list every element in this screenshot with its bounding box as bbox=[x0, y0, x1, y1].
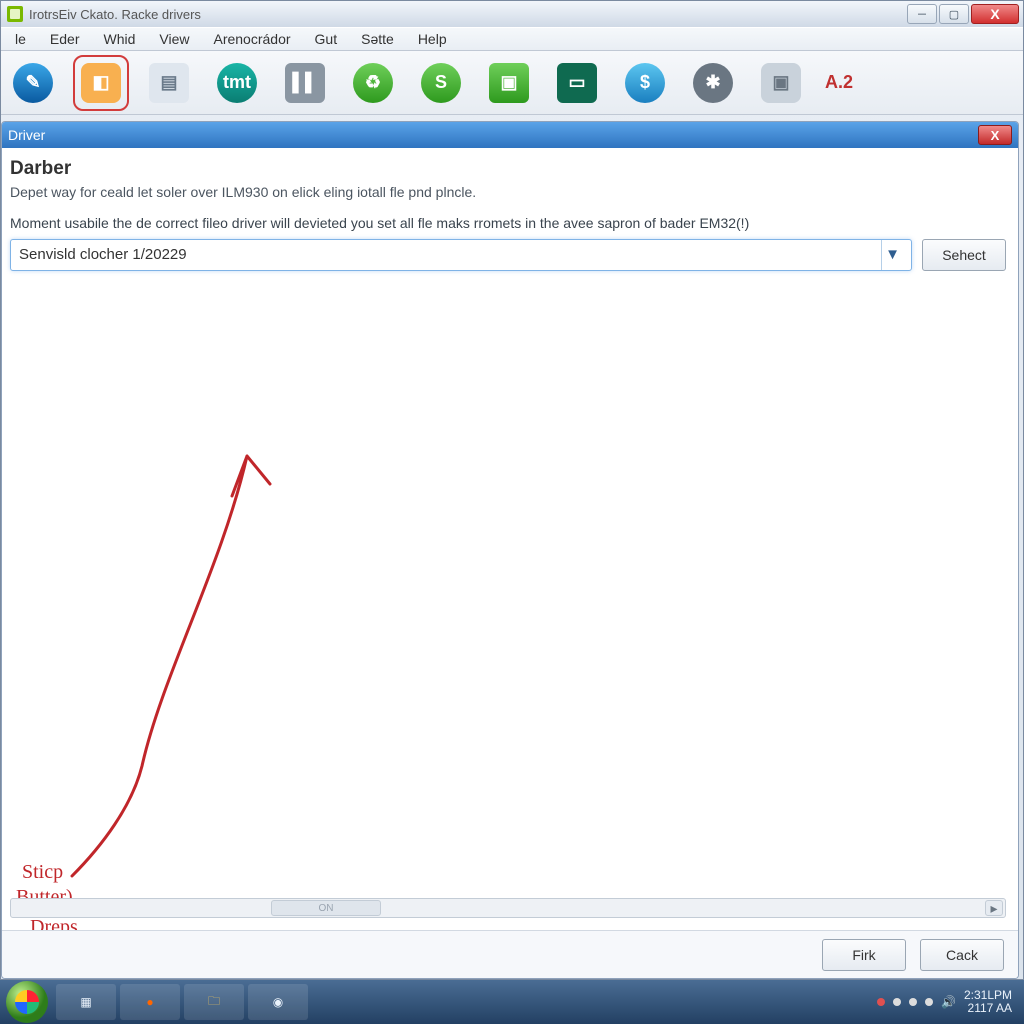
taskbar-app-chrome[interactable]: ◉ bbox=[248, 984, 308, 1020]
menu-sette[interactable]: Sətte bbox=[351, 29, 404, 49]
titlebar[interactable]: IrotrsEiv Ckato. Racke drivers － ▢ X bbox=[1, 1, 1023, 27]
tool-selected[interactable]: ◧ bbox=[77, 59, 125, 107]
taskbar-app-firefox[interactable]: ● bbox=[120, 984, 180, 1020]
dialog-body: Darber Depet way for ceald let soler ove… bbox=[2, 148, 1018, 930]
tray-icon-2[interactable] bbox=[893, 998, 901, 1006]
primary-button[interactable]: Firk bbox=[822, 939, 906, 971]
dialog-desc-1: Depet way for ceald let soler over ILM93… bbox=[10, 184, 1006, 200]
toolbar: ✎ ◧ ▤ tmt ▌▌ ♻ S ▣ ▭ $ ✱ ▣ A.2 bbox=[1, 51, 1023, 115]
select-button[interactable]: Sehect bbox=[922, 239, 1006, 271]
system-tray[interactable]: 🔊 2:31LPM 2117 AA bbox=[877, 989, 1018, 1015]
close-button[interactable]: X bbox=[971, 4, 1019, 24]
scroll-right-icon[interactable]: ▸ bbox=[985, 900, 1003, 916]
taskbar[interactable]: ▦ ● 🗀 ◉ 🔊 2:31LPM 2117 AA bbox=[0, 980, 1024, 1024]
tool-recycle[interactable]: ♻ bbox=[349, 59, 397, 107]
minimize-button[interactable]: － bbox=[907, 4, 937, 24]
maximize-button[interactable]: ▢ bbox=[939, 4, 969, 24]
annotation-overlay: Sticp Butter) Dreps bbox=[22, 446, 282, 930]
driver-dialog: Driver X Darber Depet way for ceald let … bbox=[1, 121, 1019, 979]
menu-file[interactable]: le bbox=[5, 29, 36, 49]
chevron-down-icon[interactable]: ▼ bbox=[881, 240, 903, 270]
tool-gear[interactable]: ✱ bbox=[689, 59, 737, 107]
tool-device[interactable]: ▌▌ bbox=[281, 59, 329, 107]
toolbar-version-label: A.2 bbox=[825, 72, 853, 93]
tool-dollar[interactable]: $ bbox=[621, 59, 669, 107]
dialog-heading: Darber bbox=[10, 158, 1006, 180]
tool-shop[interactable]: ▭ bbox=[553, 59, 601, 107]
tray-icon-4[interactable] bbox=[925, 998, 933, 1006]
dialog-desc-2: Moment usabile the de correct fileo driv… bbox=[10, 214, 1006, 233]
tool-globe[interactable]: ✎ bbox=[9, 59, 57, 107]
driver-combo-value: Senvisld clocher 1/20229 bbox=[19, 246, 187, 263]
taskbar-app-explorer[interactable]: ▦ bbox=[56, 984, 116, 1020]
taskbar-clock[interactable]: 2:31LPM 2117 AA bbox=[964, 989, 1012, 1015]
tool-page[interactable]: ▤ bbox=[145, 59, 193, 107]
app-icon bbox=[7, 6, 23, 22]
driver-combo[interactable]: Senvisld clocher 1/20229 ▼ bbox=[10, 239, 912, 271]
tool-s[interactable]: S bbox=[417, 59, 465, 107]
scrollbar-thumb[interactable]: ON bbox=[271, 900, 381, 916]
dialog-footer: Firk Cack bbox=[2, 930, 1018, 978]
window-title: IrotrsEiv Ckato. Racke drivers bbox=[29, 7, 201, 22]
taskbar-app-folder[interactable]: 🗀 bbox=[184, 984, 244, 1020]
tray-volume-icon[interactable]: 🔊 bbox=[941, 995, 956, 1009]
menu-view[interactable]: View bbox=[149, 29, 199, 49]
annotation-text-3: Dreps bbox=[30, 916, 78, 930]
menu-help[interactable]: Help bbox=[408, 29, 457, 49]
menu-whid[interactable]: Whid bbox=[93, 29, 145, 49]
main-window: IrotrsEiv Ckato. Racke drivers － ▢ X le … bbox=[0, 0, 1024, 980]
tray-icon-1[interactable] bbox=[877, 998, 885, 1006]
tool-box[interactable]: ▣ bbox=[485, 59, 533, 107]
combo-row: Senvisld clocher 1/20229 ▼ Sehect bbox=[10, 239, 1006, 271]
menubar: le Eder Whid View Arenocrádor Gut Sətte … bbox=[1, 27, 1023, 51]
menu-eder[interactable]: Eder bbox=[40, 29, 90, 49]
tool-search[interactable]: tmt bbox=[213, 59, 261, 107]
horizontal-scrollbar[interactable]: ON ▸ bbox=[10, 898, 1006, 918]
dialog-titlebar[interactable]: Driver X bbox=[2, 122, 1018, 148]
tool-camera[interactable]: ▣ bbox=[757, 59, 805, 107]
tray-icon-3[interactable] bbox=[909, 998, 917, 1006]
annotation-text-1: Sticp bbox=[22, 861, 63, 883]
menu-arenocrador[interactable]: Arenocrádor bbox=[203, 29, 300, 49]
menu-gut[interactable]: Gut bbox=[305, 29, 348, 49]
taskbar-date: 2117 AA bbox=[964, 1002, 1012, 1015]
dialog-close-button[interactable]: X bbox=[978, 125, 1012, 145]
secondary-button[interactable]: Cack bbox=[920, 939, 1004, 971]
window-controls: － ▢ X bbox=[907, 4, 1019, 24]
start-button[interactable] bbox=[6, 981, 48, 1023]
dialog-title: Driver bbox=[8, 127, 45, 143]
